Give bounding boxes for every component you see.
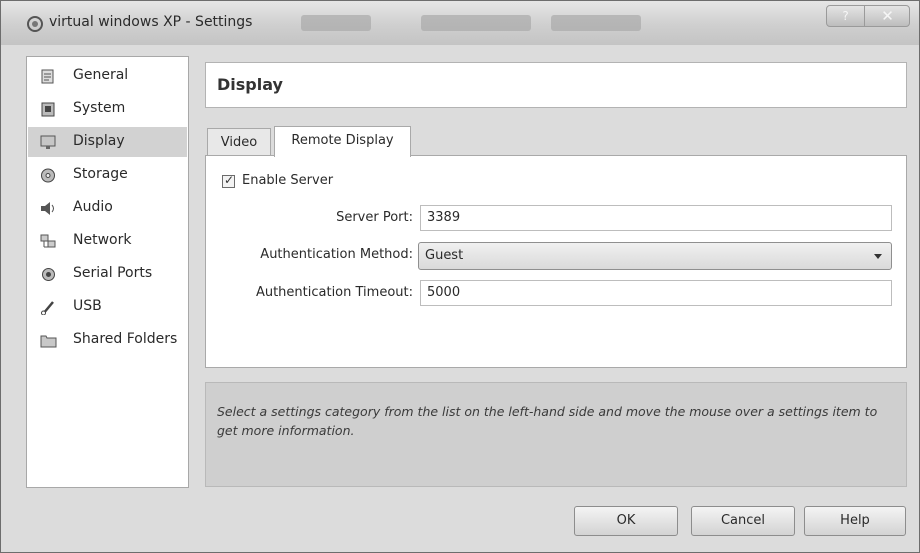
cancel-button[interactable]: Cancel [691, 506, 795, 536]
sidebar-item-display[interactable]: Display [28, 127, 187, 157]
page-header: Display [205, 62, 907, 108]
sidebar-item-usb[interactable]: USB [28, 292, 187, 322]
network-icon [40, 234, 56, 248]
sidebar-item-label: USB [73, 298, 102, 314]
enable-server-checkbox[interactable] [222, 173, 235, 188]
sidebar-item-label: System [73, 100, 126, 116]
chevron-down-icon [874, 254, 882, 259]
server-port-label: Server Port: [336, 210, 413, 225]
page-title: Display [217, 75, 283, 94]
audio-icon [41, 202, 54, 215]
usb-icon [41, 301, 54, 315]
authentication-timeout-label: Authentication Timeout: [255, 285, 413, 300]
help-button[interactable]: Help [804, 506, 906, 536]
title-bar[interactable]: virtual windows XP - Settings ? ✕ [1, 1, 919, 45]
sidebar-item-label: Network [73, 232, 132, 248]
shared-folders-icon [40, 335, 57, 348]
authentication-method-select[interactable]: Guest [418, 242, 892, 270]
tab-remote-display[interactable]: Remote Display [274, 126, 411, 157]
sidebar-item-general[interactable]: General [28, 61, 187, 91]
window-controls: ? ✕ [826, 5, 910, 27]
sidebar-item-audio[interactable]: Audio [28, 193, 187, 223]
sidebar-item-label: Audio [73, 199, 113, 215]
settings-window: virtual windows XP - Settings ? ✕ Genera… [0, 0, 920, 553]
enable-server-label[interactable]: Enable Server [242, 173, 333, 188]
app-icon [27, 16, 43, 32]
ok-button[interactable]: OK [574, 506, 678, 536]
help-title-button[interactable]: ? [827, 6, 865, 26]
sidebar-item-network[interactable]: Network [28, 226, 187, 256]
sidebar-item-label: Serial Ports [73, 265, 153, 281]
description-text: Select a settings category from the list… [217, 404, 878, 438]
authentication-method-value: Guest [425, 248, 464, 263]
sidebar-item-label: Storage [73, 166, 128, 182]
sidebar-item-storage[interactable]: Storage [28, 160, 187, 190]
authentication-timeout-input[interactable]: 5000 [420, 280, 892, 306]
system-icon [41, 102, 55, 117]
sidebar-item-label: General [73, 67, 129, 83]
remote-display-panel: Enable Server Server Port: 3389 Authenti… [205, 155, 907, 368]
server-port-input[interactable]: 3389 [420, 205, 892, 231]
sidebar-item-system[interactable]: System [28, 94, 187, 124]
authentication-method-label: Authentication Method: [260, 247, 413, 262]
display-icon [40, 135, 56, 149]
storage-icon [41, 168, 55, 183]
general-icon [41, 69, 54, 84]
sidebar-item-shared-folders[interactable]: Shared Folders [28, 325, 187, 355]
description-box: Select a settings category from the list… [205, 382, 907, 487]
close-button[interactable]: ✕ [865, 6, 910, 26]
sidebar-item-label: Shared Folders [73, 331, 178, 347]
tab-video[interactable]: Video [207, 128, 271, 156]
window-title: virtual windows XP - Settings [49, 14, 253, 30]
settings-category-list: General System Display Storage Audio Net… [26, 56, 189, 488]
serial-ports-icon [42, 268, 55, 281]
sidebar-item-label: Display [73, 133, 125, 149]
sidebar-item-serial-ports[interactable]: Serial Ports [28, 259, 187, 289]
